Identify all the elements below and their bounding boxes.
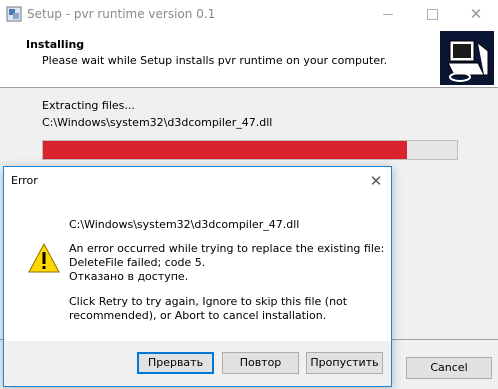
error-file-path: C:\Windows\system32\d3dcompiler_47.dll <box>69 218 300 231</box>
error-message-line: Click Retry to try again, Ignore to skip… <box>69 295 348 308</box>
maximize-icon <box>426 8 438 20</box>
minimize-button[interactable] <box>366 0 410 29</box>
setup-app-icon <box>6 6 22 22</box>
current-file-label: C:\Windows\system32\d3dcompiler_47.dll <box>42 116 273 129</box>
status-label: Extracting files... <box>42 99 135 112</box>
error-message-line: Отказано в доступе. <box>69 270 189 283</box>
dialog-title: Error <box>11 174 38 187</box>
error-dialog: Error ✕ C:\Windows\system32\d3dcompiler_… <box>3 166 392 387</box>
dialog-close-button[interactable]: ✕ <box>361 168 391 194</box>
ignore-button[interactable]: Пропустить <box>306 352 383 374</box>
close-icon: ✕ <box>469 5 483 23</box>
abort-button[interactable]: Прервать <box>137 352 214 374</box>
cancel-button[interactable]: Cancel <box>406 357 492 379</box>
setup-computer-icon <box>440 31 494 85</box>
error-message-line: recommended), or Abort to cancel install… <box>69 309 327 322</box>
error-message-line: An error occurred while trying to replac… <box>69 242 385 255</box>
error-message-line: DeleteFile failed; code 5. <box>69 256 206 269</box>
setup-titlebar[interactable]: Setup - pvr runtime version 0.1 ✕ <box>0 0 498 29</box>
minimize-icon <box>383 13 393 15</box>
window-title: Setup - pvr runtime version 0.1 <box>27 7 216 21</box>
close-icon: ✕ <box>369 172 383 190</box>
warning-icon <box>28 243 60 273</box>
dialog-titlebar[interactable]: Error ✕ <box>4 167 391 195</box>
progress-fill <box>43 141 407 159</box>
header-panel: Installing Please wait while Setup insta… <box>0 29 498 88</box>
maximize-button[interactable] <box>410 0 454 29</box>
retry-button[interactable]: Повтор <box>222 352 299 374</box>
page-subtitle: Please wait while Setup installs pvr run… <box>42 54 388 67</box>
close-button[interactable]: ✕ <box>454 0 498 29</box>
page-title: Installing <box>26 38 85 51</box>
progress-bar <box>42 140 458 160</box>
